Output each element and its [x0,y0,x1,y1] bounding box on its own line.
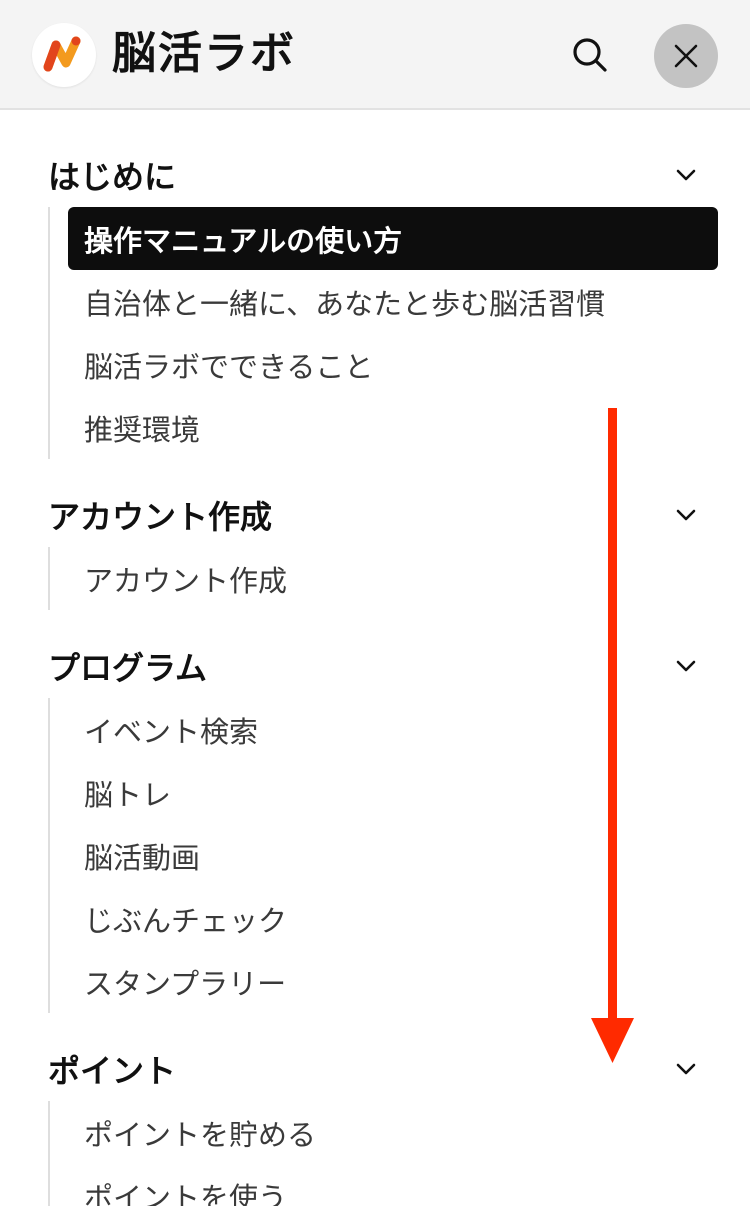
section-items: ポイントを貯める ポイントを使う [48,1101,750,1206]
chevron-down-icon [674,1057,698,1081]
section-header-hajimeni[interactable]: はじめに [0,143,750,207]
menu-item-what-you-can-do[interactable]: 脳活ラボでできること [68,333,718,396]
menu-item-use-points[interactable]: ポイントを使う [68,1164,718,1206]
scroll-down-arrow-icon [591,408,634,1063]
close-menu-button[interactable] [654,24,718,88]
brain-lab-logo-icon[interactable] [32,23,96,87]
menu-item-manual-usage[interactable]: 操作マニュアルの使い方 [68,207,718,270]
chevron-down-icon [674,163,698,187]
search-icon [573,38,607,72]
header-bar: 脳活ラボ [0,0,750,110]
menu-page: 脳活ラボ はじめに 操作マニュアルの使い方 自治体と一緒に、あなたと歩む脳活習慣… [0,0,750,1206]
close-icon [674,44,698,68]
chevron-down-icon [674,654,698,678]
logo-text[interactable]: 脳活ラボ [112,26,296,82]
search-button[interactable] [562,27,618,83]
section-title: はじめに [48,158,177,196]
chevron-down-icon [674,503,698,527]
menu-item-brain-habit[interactable]: 自治体と一緒に、あなたと歩む脳活習慣 [68,270,718,333]
menu-item-earn-points[interactable]: ポイントを貯める [68,1101,718,1164]
